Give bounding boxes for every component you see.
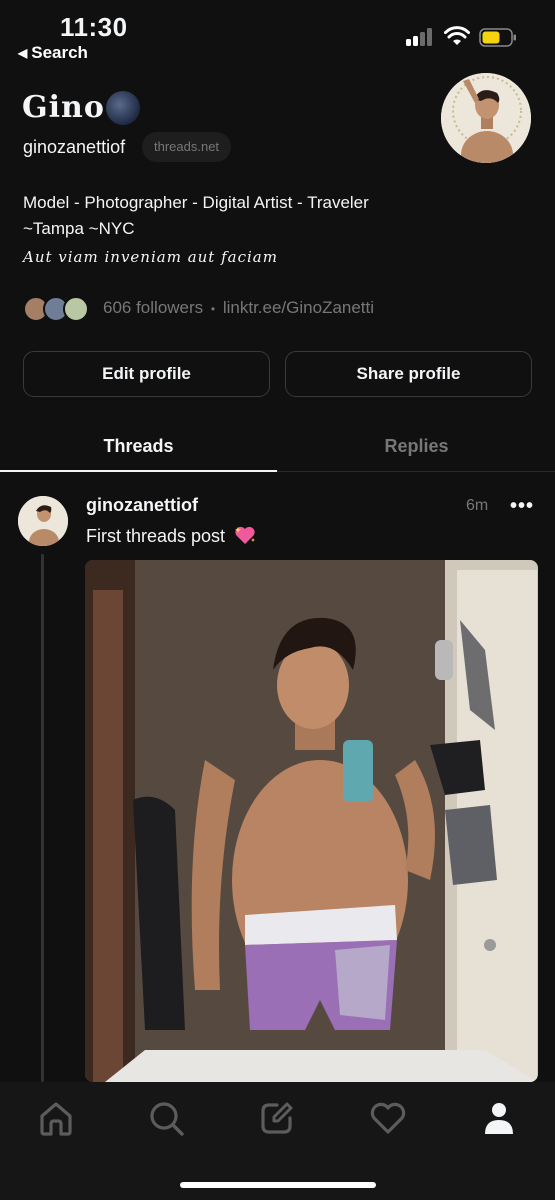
post-image[interactable] (85, 560, 538, 1082)
post-text: First threads post (86, 525, 256, 547)
threads-domain-badge[interactable]: threads.net (142, 132, 232, 162)
sparkling-heart-icon (235, 526, 256, 544)
wifi-icon (444, 26, 470, 45)
status-time: 11:30 (60, 12, 128, 42)
bio-line: Model - Photographer - Digital Artist - … (23, 193, 369, 212)
profile-link[interactable]: linktr.ee/GinoZanetti (223, 298, 374, 317)
back-label: Search (31, 43, 88, 62)
active-tab-indicator (0, 470, 277, 472)
share-profile-button[interactable]: Share profile (285, 351, 532, 397)
mirror-selfie-photo (85, 560, 538, 1082)
followers-count-link[interactable]: 606 followers (103, 298, 203, 317)
status-bar: 11:30 ◀ Search (0, 0, 555, 72)
home-icon[interactable] (34, 1096, 78, 1140)
thread-line (41, 554, 44, 1082)
battery-icon (479, 28, 516, 47)
profile-bio: Model - Photographer - Digital Artist - … (23, 190, 369, 242)
back-arrow-icon: ◀ (18, 46, 28, 60)
bio-line: ~Tampa ~NYC (23, 219, 135, 238)
search-icon[interactable] (144, 1096, 188, 1140)
profile-tabs: Threads Replies (0, 418, 555, 474)
follower-avatars[interactable] (23, 296, 91, 322)
compose-icon[interactable] (255, 1096, 299, 1140)
profile-avatar-image (441, 73, 531, 163)
profile-name: Gino (22, 90, 105, 125)
profile-icon[interactable] (477, 1096, 521, 1140)
post-text-content: First threads post (86, 526, 226, 546)
follower-avatar (63, 296, 89, 322)
separator-dot: • (210, 302, 216, 316)
edit-profile-button[interactable]: Edit profile (23, 351, 270, 397)
more-options-button[interactable]: ••• (510, 495, 534, 517)
tab-replies[interactable]: Replies (278, 418, 555, 474)
post-username[interactable]: ginozanettiof (86, 495, 198, 516)
activity-heart-icon[interactable] (366, 1096, 410, 1140)
cellular-signal-icon (406, 28, 434, 46)
profile-motto: Aut viam inveniam aut faciam (23, 248, 278, 266)
post-timestamp: 6m (466, 497, 489, 514)
tab-threads[interactable]: Threads (0, 418, 277, 474)
back-to-search-link[interactable]: ◀ Search (18, 43, 88, 63)
post-author-avatar-image (18, 496, 68, 546)
home-indicator (180, 1182, 376, 1188)
moon-emoji-icon (106, 91, 140, 125)
profile-handle: ginozanettiof (23, 137, 126, 157)
followers-line: 606 followers • linktr.ee/GinoZanetti (103, 298, 374, 318)
profile-avatar[interactable] (441, 73, 531, 163)
post-author-avatar[interactable] (18, 496, 68, 546)
